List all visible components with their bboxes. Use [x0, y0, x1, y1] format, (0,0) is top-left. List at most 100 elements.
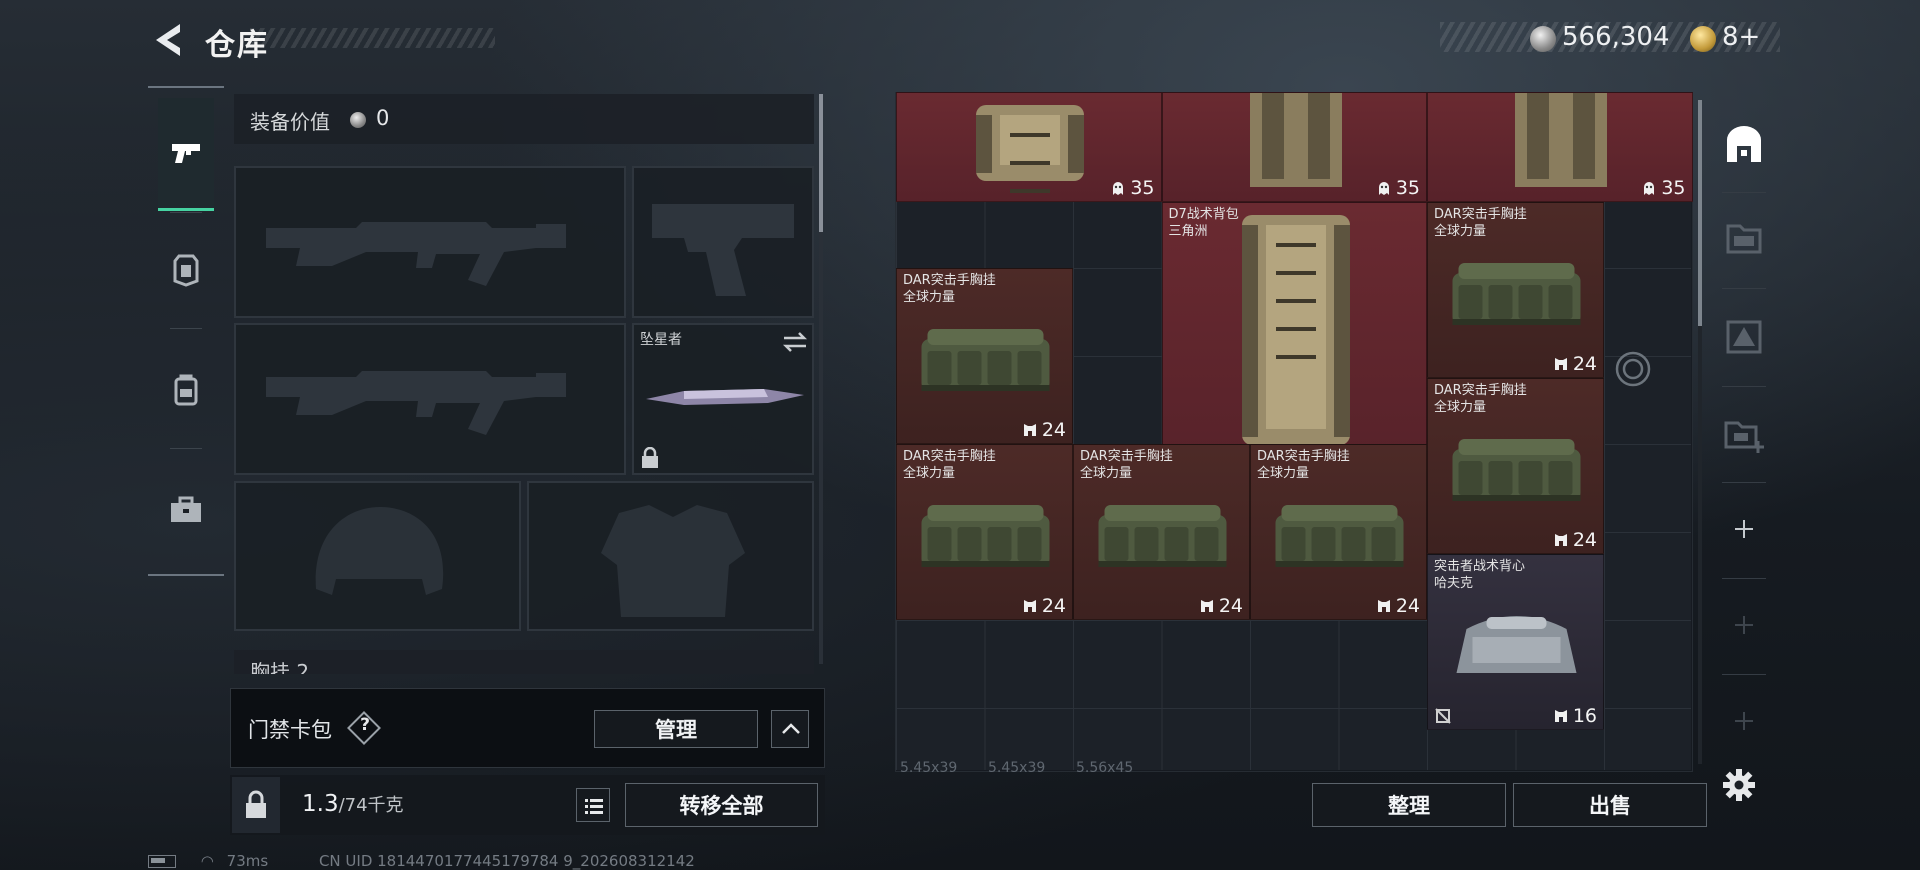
melee-slot[interactable]: 坠星者 [632, 323, 814, 475]
stash-item[interactable]: 35 [896, 92, 1162, 202]
battery-icon [148, 855, 176, 868]
keycard-label: 门禁卡包 [248, 718, 332, 742]
help-mark[interactable]: ? [356, 715, 374, 735]
nav-divider [170, 212, 202, 213]
item-quantity: 35 [1376, 177, 1420, 199]
lock-icon [642, 447, 658, 468]
back-arrow-icon[interactable] [150, 20, 184, 60]
capacity-weight: 1.3/74千克 [302, 791, 404, 817]
ghost-icon [1644, 182, 1655, 195]
stash-item[interactable]: 35 [1161, 92, 1427, 202]
sort-button[interactable]: 整理 [1312, 783, 1506, 827]
swap-icon[interactable] [782, 331, 808, 353]
status-footer: ◠ 73ms CN UID 1814470177445179784 9_2026… [148, 852, 695, 870]
loadout-scroll-thumb[interactable] [819, 94, 823, 232]
plus-icon [1735, 520, 1753, 538]
item-quantity-value: 16 [1572, 705, 1597, 727]
item-quantity: 24 [1022, 419, 1066, 441]
stash-item[interactable]: 35 [1427, 92, 1693, 202]
stash-item[interactable]: DAR突击手胸挂 全球力量 24 [1427, 202, 1604, 378]
stash-item[interactable]: DAR突击手胸挂 全球力量 24 [896, 268, 1073, 444]
rail-folder-button[interactable] [1712, 198, 1776, 276]
secondary-weapon-slot[interactable] [234, 323, 626, 475]
stash-item[interactable]: DAR突击手胸挂 全球力量 24 [896, 444, 1073, 620]
item-quantity-value: 35 [1661, 177, 1686, 199]
rail-add-button-disabled[interactable] [1712, 586, 1776, 664]
stash-item[interactable]: DAR突击手胸挂 全球力量 24 [1073, 444, 1250, 620]
rail-add-button[interactable] [1712, 490, 1776, 568]
rail-divider [1722, 192, 1766, 193]
rail-stash-button[interactable] [1712, 106, 1776, 184]
item-quantity: 24 [1022, 595, 1066, 617]
item-name: DAR突击手胸挂 全球力量 [903, 449, 996, 481]
chest-rig-label: 胸挂 2 [250, 660, 310, 674]
rail-add-folder-button[interactable] [1712, 396, 1776, 474]
settings-gear-icon[interactable] [1722, 768, 1756, 802]
capacity-lock[interactable] [232, 777, 280, 833]
rail-divider [1722, 288, 1766, 289]
item-name: DAR突击手胸挂 全球力量 [1080, 449, 1173, 481]
equipment-value-label: 装备价值 [250, 110, 330, 134]
collapse-button[interactable] [771, 710, 809, 748]
nav-divider [170, 328, 202, 329]
nav-item-weapons[interactable] [158, 98, 214, 211]
helmet-slot[interactable] [234, 481, 521, 631]
stash-item[interactable]: DAR突击手胸挂 全球力量 24 [1427, 378, 1604, 554]
wifi-icon: ◠ [200, 852, 214, 870]
backpack-icon [174, 374, 198, 406]
primary-weapon-slot[interactable] [234, 166, 626, 318]
manage-button[interactable]: 管理 [594, 710, 758, 748]
nav-divider [170, 448, 202, 449]
target-ring-icon[interactable] [1614, 350, 1652, 388]
item-name: D7战术背包 三角洲 [1168, 207, 1239, 239]
item-quantity-value: 24 [1041, 595, 1066, 617]
silver-coin-icon [350, 112, 366, 128]
caliber-label: 5.56x45 [1076, 760, 1134, 776]
ghost-icon [1113, 182, 1124, 195]
vest-icon [1023, 424, 1036, 436]
item-name: DAR突击手胸挂 全球力量 [1257, 449, 1350, 481]
helmet-silhouette-icon [315, 507, 444, 595]
stash-item[interactable]: D7战术背包 三角洲35 [1161, 202, 1427, 466]
sidearm-slot[interactable] [632, 166, 814, 318]
stash-item[interactable]: DAR突击手胸挂 全球力量 24 [1250, 444, 1427, 620]
item-quantity-value: 35 [1130, 177, 1155, 199]
item-quantity-value: 24 [1572, 529, 1597, 551]
item-name: 突击者战术背心 哈夫克 [1434, 559, 1526, 591]
rail-warning-button[interactable] [1712, 298, 1776, 376]
rifle-silhouette-icon [266, 222, 566, 286]
nav-item-backpacks[interactable] [158, 335, 214, 445]
armor-vest-silhouette-icon [601, 505, 745, 617]
stash-item[interactable]: 突击者战术背心 哈夫克 16 [1427, 554, 1604, 730]
nav-item-armor[interactable] [158, 215, 214, 325]
item-quantity: 24 [1376, 595, 1420, 617]
rifle-silhouette-icon [266, 371, 566, 435]
transfer-all-button[interactable]: 转移全部 [625, 783, 818, 827]
sell-button[interactable]: 出售 [1513, 783, 1707, 827]
capacity-max: /74千克 [338, 795, 404, 816]
nav-item-cases[interactable] [158, 455, 214, 565]
item-quantity: 24 [1199, 595, 1243, 617]
stash-scroll-thumb[interactable] [1698, 100, 1702, 326]
folder-icon [1726, 224, 1762, 254]
item-quantity: 35 [1641, 177, 1686, 199]
silver-coin-icon [1530, 26, 1556, 52]
gold-balance[interactable]: 8+ [1722, 22, 1760, 52]
chevron-up-icon [782, 723, 800, 734]
plus-icon [1735, 712, 1753, 730]
chest-rig-section-header: 胸挂 2 [234, 650, 814, 674]
vest-icon [1554, 710, 1567, 722]
vest-icon [1200, 600, 1213, 612]
lock-icon [246, 790, 266, 818]
vest-icon [1023, 600, 1036, 612]
warning-box-icon [1726, 320, 1762, 354]
rail-divider [1722, 482, 1766, 483]
capacity-current: 1.3 [302, 791, 339, 817]
body-armor-slot[interactable] [527, 481, 814, 631]
silver-balance: 566,304 [1562, 22, 1670, 52]
rail-divider [1722, 674, 1766, 675]
caliber-label: 5.45x39 [900, 760, 958, 776]
uid-text: CN UID 1814470177445179784 9_20260831214… [318, 852, 695, 870]
rail-add-button-disabled[interactable] [1712, 682, 1776, 760]
list-view-button[interactable] [576, 788, 610, 822]
